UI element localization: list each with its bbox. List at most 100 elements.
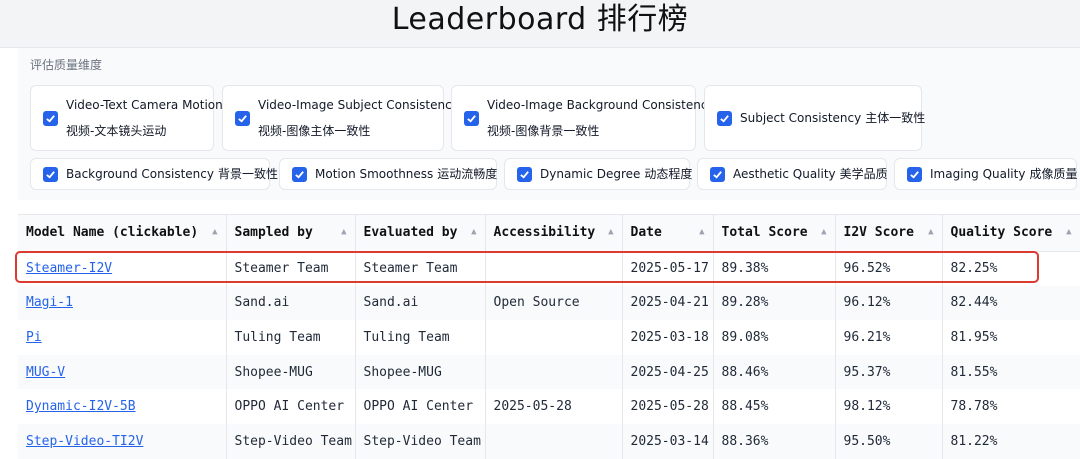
- cell-evaluated-by: OPPO AI Center: [355, 389, 486, 424]
- filter-label-en: Video-Text Camera Motion: [66, 98, 223, 112]
- checkbox-checked-icon[interactable]: [517, 166, 532, 182]
- cell-model-name: Pi: [18, 320, 227, 355]
- leaderboard-table-container: Model Name (clickable) ▲ Sampled by ▲ Eval…: [18, 214, 1080, 459]
- column-header-label: Date: [630, 225, 662, 241]
- cell-sampled-by: Tuling Team: [226, 320, 356, 355]
- cell-accessibility: [485, 320, 623, 355]
- cell-evaluated-by: Tuling Team: [355, 320, 486, 355]
- checkbox-checked-icon[interactable]: [464, 110, 479, 126]
- checkbox-checked-icon[interactable]: [710, 166, 725, 182]
- filter-subject-consistency[interactable]: Subject Consistency 主体一致性: [704, 85, 926, 151]
- cell-evaluated-by: Step-Video Team: [355, 423, 486, 459]
- filter-motion-smoothness[interactable]: Motion Smoothness 运动流畅度: [279, 158, 497, 190]
- filter-label-en: Video-Image Background Consistency: [487, 98, 715, 112]
- column-header-label: Total Score: [721, 225, 808, 241]
- filter-label-cn: 视频-图像主体一致性: [258, 124, 371, 138]
- sort-icon[interactable]: ▲: [928, 227, 933, 237]
- column-header-label: I2V Score: [843, 225, 914, 241]
- model-link[interactable]: Pi: [26, 330, 42, 345]
- table-row: Magi-1 Sand.ai Sand.ai Open Source 2025-…: [18, 285, 1080, 321]
- checkbox-checked-icon[interactable]: [717, 110, 732, 126]
- filter-label-en: Imaging Quality: [930, 166, 1026, 181]
- column-header-quality-score[interactable]: Quality Score ▲: [942, 215, 1080, 252]
- table-row: Step-Video-TI2V Step-Video Team Step-Vid…: [18, 423, 1080, 459]
- column-header-date[interactable]: Date ▲: [622, 215, 714, 252]
- cell-total-score: 88.46%: [713, 354, 836, 390]
- cell-quality-score: 82.25%: [942, 251, 1080, 286]
- filter-video-text-camera-motion[interactable]: Video-Text Camera Motion 视频-文本镜头运动: [30, 85, 223, 151]
- sort-icon[interactable]: ▲: [608, 227, 613, 237]
- filter-label-cn: 动态程度: [644, 166, 693, 181]
- column-header-label: Quality Score: [950, 225, 1053, 241]
- model-link[interactable]: MUG-V: [26, 365, 65, 380]
- filter-label-cn: 美学品质: [839, 166, 888, 181]
- cell-date: 2025-05-28: [622, 389, 714, 424]
- filter-video-image-subject-consistency[interactable]: Video-Image Subject Consistency 视频-图像主体一致…: [222, 85, 459, 151]
- cell-date: 2025-04-25: [622, 354, 714, 390]
- model-link[interactable]: Step-Video-TI2V: [26, 434, 143, 449]
- model-link[interactable]: Dynamic-I2V-5B: [26, 399, 136, 414]
- cell-sampled-by: Steamer Team: [226, 251, 356, 286]
- filter-label-en: Aesthetic Quality: [733, 166, 836, 181]
- column-header-accessibility[interactable]: Accessibility ▲: [485, 215, 623, 252]
- cell-quality-score: 81.22%: [942, 423, 1080, 459]
- column-header-label: Evaluated by: [363, 225, 458, 241]
- filter-label-en: Video-Image Subject Consistency: [258, 98, 459, 112]
- cell-i2v-score: 95.37%: [835, 354, 943, 390]
- filter-panel-label: 评估质量维度: [30, 58, 103, 72]
- filter-imaging-quality[interactable]: Imaging Quality 成像质量: [894, 158, 1077, 190]
- cell-accessibility: 2025-05-28: [485, 389, 623, 424]
- cell-accessibility: Open Source: [485, 285, 623, 321]
- cell-i2v-score: 98.12%: [835, 389, 943, 424]
- column-header-total-score[interactable]: Total Score ▲: [713, 215, 836, 252]
- table-row: MUG-V Shopee-MUG Shopee-MUG 2025-04-25 8…: [18, 354, 1080, 390]
- cell-sampled-by: OPPO AI Center: [226, 389, 356, 424]
- sort-icon[interactable]: ▲: [341, 227, 346, 237]
- checkbox-checked-icon[interactable]: [43, 166, 58, 182]
- cell-quality-score: 81.95%: [942, 320, 1080, 355]
- sort-icon[interactable]: ▲: [471, 227, 476, 237]
- checkbox-checked-icon[interactable]: [907, 166, 922, 182]
- cell-evaluated-by: Sand.ai: [355, 285, 486, 321]
- model-link[interactable]: Steamer-I2V: [26, 261, 112, 276]
- column-header-model-name[interactable]: Model Name (clickable) ▲: [18, 215, 227, 252]
- cell-i2v-score: 95.50%: [835, 423, 943, 459]
- column-header-label: Accessibility: [493, 225, 596, 241]
- cell-sampled-by: Step-Video Team: [226, 423, 356, 459]
- leaderboard-table: Model Name (clickable) ▲ Sampled by ▲ Eval…: [18, 215, 1080, 459]
- cell-date: 2025-03-18: [622, 320, 714, 355]
- cell-accessibility: [485, 354, 623, 390]
- cell-sampled-by: Sand.ai: [226, 285, 356, 321]
- cell-model-name: Step-Video-TI2V: [18, 423, 227, 459]
- table-row: Steamer-I2V Steamer Team Steamer Team 20…: [18, 251, 1080, 286]
- filter-aesthetic-quality[interactable]: Aesthetic Quality 美学品质: [697, 158, 888, 190]
- filter-label-en: Motion Smoothness: [315, 166, 434, 181]
- title-bar: Leaderboard 排行榜: [0, 0, 1080, 48]
- sort-icon[interactable]: ▲: [821, 227, 826, 237]
- filter-label-en: Background Consistency: [66, 166, 214, 181]
- cell-quality-score: 82.44%: [942, 285, 1080, 321]
- filter-dynamic-degree[interactable]: Dynamic Degree 动态程度: [504, 158, 693, 190]
- checkbox-checked-icon[interactable]: [235, 110, 250, 126]
- cell-sampled-by: Shopee-MUG: [226, 354, 356, 390]
- sort-icon[interactable]: ▲: [699, 227, 704, 237]
- model-link[interactable]: Magi-1: [26, 295, 73, 310]
- sort-icon[interactable]: ▲: [212, 227, 217, 237]
- cell-quality-score: 78.78%: [942, 389, 1080, 424]
- filter-label-cn: 主体一致性: [865, 110, 926, 125]
- cell-quality-score: 81.55%: [942, 354, 1080, 390]
- filter-background-consistency[interactable]: Background Consistency 背景一致性: [30, 158, 278, 190]
- cell-date: 2025-05-17: [622, 251, 714, 286]
- page-title: Leaderboard 排行榜: [391, 2, 689, 37]
- filter-label-cn: 视频-文本镜头运动: [66, 124, 167, 138]
- table-row: Pi Tuling Team Tuling Team 2025-03-18 89…: [18, 320, 1080, 355]
- checkbox-checked-icon[interactable]: [292, 166, 307, 182]
- cell-accessibility: [485, 251, 623, 286]
- filter-video-image-background-consistency[interactable]: Video-Image Background Consistency 视频-图像背…: [451, 85, 715, 151]
- sort-icon[interactable]: ▲: [1066, 227, 1071, 237]
- column-header-i2v-score[interactable]: I2V Score ▲: [835, 215, 943, 252]
- checkbox-checked-icon[interactable]: [43, 110, 58, 126]
- column-header-sampled-by[interactable]: Sampled by ▲: [226, 215, 356, 252]
- column-header-evaluated-by[interactable]: Evaluated by ▲: [355, 215, 486, 252]
- cell-total-score: 88.36%: [713, 423, 836, 459]
